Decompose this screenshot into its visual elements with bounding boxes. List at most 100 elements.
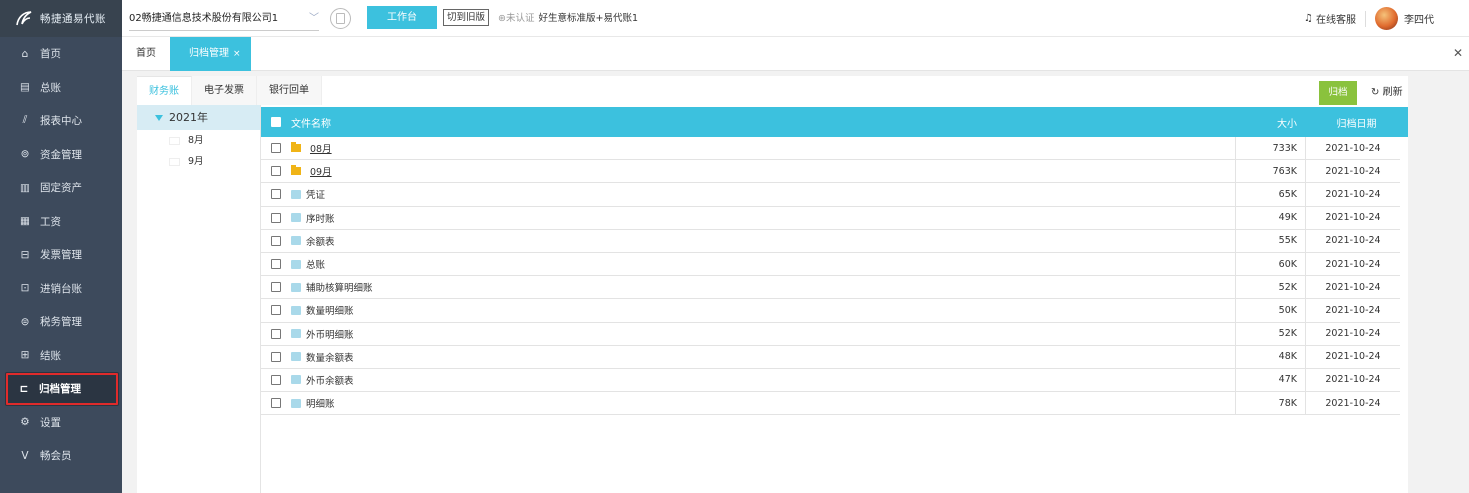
table-row[interactable]: 余额表 55K 2021-10-24	[261, 229, 1400, 253]
table-row[interactable]: 辅助核算明细账 52K 2021-10-24	[261, 276, 1400, 300]
company-select[interactable]: 02畅捷通信息技术股份有限公司1 ﹀	[129, 7, 319, 31]
avatar[interactable]	[1375, 7, 1398, 30]
file-name: 辅助核算明细账	[306, 283, 373, 295]
folder-link[interactable]: 09月	[310, 164, 332, 178]
sidebar-item[interactable]: V 畅会员	[0, 439, 122, 473]
table-row[interactable]: 数量明细账 50K 2021-10-24	[261, 299, 1400, 323]
table-row[interactable]: 明细账 78K 2021-10-24	[261, 392, 1400, 416]
table-row[interactable]: 08月 733K 2021-10-24	[261, 137, 1400, 161]
sidebar-item[interactable]: ⫽ 报表中心	[0, 104, 122, 138]
refresh-label: 刷新	[1382, 87, 1403, 98]
sidebar-item[interactable]: ▤ 总账	[0, 71, 122, 105]
file-name: 余额表	[306, 236, 335, 248]
switch-old-version-button[interactable]: 切到旧版	[443, 9, 490, 26]
table-row[interactable]: 数量余额表 48K 2021-10-24	[261, 345, 1400, 369]
date-cell: 2021-10-24	[1305, 137, 1400, 160]
checkout-icon: ⊞	[20, 349, 30, 362]
select-all-checkbox[interactable]	[271, 117, 281, 127]
sidebar-item-label: 固定资产	[40, 182, 82, 195]
folder-icon	[169, 136, 180, 145]
table-header: 文件名称 大小 归档日期	[261, 107, 1408, 137]
sidebar-item[interactable]: ▦ 工资	[0, 205, 122, 239]
sidebar-item-label: 设置	[40, 416, 61, 429]
table-row[interactable]: 外币明细账 52K 2021-10-24	[261, 322, 1400, 346]
date-cell: 2021-10-24	[1305, 252, 1400, 276]
table-row[interactable]: 外币余额表 47K 2021-10-24	[261, 368, 1400, 393]
sidebar-item[interactable]: ⊏ 归档管理	[5, 372, 119, 406]
folder-link[interactable]: 08月	[310, 141, 332, 155]
document-icon[interactable]	[330, 8, 351, 29]
invoice-icon: ⊟	[20, 248, 30, 261]
archive-icon: ⊏	[19, 382, 29, 395]
date-cell: 2021-10-24	[1305, 229, 1400, 252]
close-all-tabs-icon[interactable]: ✕	[1453, 46, 1463, 60]
row-checkbox[interactable]	[271, 259, 281, 270]
sidebar-item[interactable]: ▥ 固定资产	[0, 171, 122, 205]
row-checkbox[interactable]	[271, 351, 281, 362]
sidebar-item-label: 首页	[40, 48, 61, 61]
file-name: 明细账	[306, 399, 335, 411]
size-cell: 65K	[1235, 183, 1305, 206]
row-checkbox[interactable]	[271, 374, 281, 385]
file-name: 数量余额表	[306, 352, 354, 364]
tab-archive-label: 归档管理	[189, 48, 229, 59]
name-cell: 凭证	[261, 187, 1235, 201]
cert-status: ⊛未认证 好生意标准版+易代账1	[498, 0, 638, 37]
row-checkbox[interactable]	[271, 143, 281, 154]
sidebar-item[interactable]: ⊡ 进销台账	[0, 272, 122, 306]
archive-panel: 财务账 电子发票 银行回单 归档 ↻ 刷新 2021年 8月 9月 文件名称 大…	[137, 76, 1408, 493]
sidebar-item[interactable]: ⊞ 结账	[0, 339, 122, 373]
user-name[interactable]: 李四代	[1404, 11, 1434, 26]
date-cell: 2021-10-24	[1305, 160, 1400, 183]
row-checkbox[interactable]	[271, 189, 281, 200]
close-icon[interactable]: ×	[233, 49, 241, 59]
sidebar-item-label: 进销台账	[40, 282, 82, 295]
file-icon	[291, 305, 301, 315]
online-service-link[interactable]: 在线客服	[1316, 11, 1356, 26]
table-row[interactable]: 09月 763K 2021-10-24	[261, 160, 1400, 184]
row-checkbox[interactable]	[271, 235, 281, 246]
sidebar-item[interactable]: ⌂ 首页	[0, 37, 122, 71]
logo[interactable]: 畅捷通易代账	[0, 0, 122, 37]
archive-button[interactable]: 归档	[1319, 81, 1357, 105]
tree-year-node[interactable]: 2021年	[137, 105, 260, 130]
row-checkbox[interactable]	[271, 212, 281, 223]
size-cell: 47K	[1235, 368, 1305, 392]
sidebar-item-label: 归档管理	[39, 383, 81, 396]
sidebar: 畅捷通易代账 ⌂ 首页 ▤ 总账 ⫽ 报表中心 ⊚ 资金管理 ▥ 固定资产 ▦ 工资 ⊟ 发票管理 ⊡ 进销台…	[0, 0, 122, 493]
row-checkbox[interactable]	[271, 166, 281, 177]
subtab-e-invoice[interactable]: 电子发票	[192, 76, 257, 105]
company-name: 02畅捷通信息技术股份有限公司1	[129, 13, 279, 24]
subtab-finance[interactable]: 财务账	[137, 76, 192, 105]
tree-month-node[interactable]: 8月	[137, 130, 260, 151]
tree-month-node[interactable]: 9月	[137, 151, 260, 172]
sidebar-item-label: 报表中心	[40, 115, 82, 128]
sidebar-item[interactable]: ⊜ 税务管理	[0, 305, 122, 339]
money-bag-icon: ⊚	[20, 148, 30, 161]
file-icon	[291, 398, 301, 408]
subtab-bank-receipt[interactable]: 银行回单	[257, 76, 322, 105]
sidebar-item[interactable]: ⊚ 资金管理	[0, 138, 122, 172]
workbench-button[interactable]: 工作台	[367, 6, 437, 29]
file-table: 文件名称 大小 归档日期 08月 733K 2021-10-24 09月 763K 202…	[261, 107, 1408, 416]
tab-archive[interactable]: 归档管理 ×	[170, 37, 251, 71]
row-checkbox[interactable]	[271, 282, 281, 293]
refresh-button[interactable]: ↻ 刷新	[1371, 81, 1403, 105]
file-name: 凭证	[306, 190, 326, 202]
table-row[interactable]: 总账 60K 2021-10-24	[261, 252, 1400, 277]
sidebar-item[interactable]: ⚙ 设置	[0, 406, 122, 440]
row-checkbox[interactable]	[271, 305, 281, 316]
shield-icon: ⊛	[498, 13, 506, 24]
sidebar-item[interactable]: ⊟ 发票管理	[0, 238, 122, 272]
row-checkbox[interactable]	[271, 328, 281, 339]
row-checkbox[interactable]	[271, 398, 281, 409]
table-row[interactable]: 序时账 49K 2021-10-24	[261, 206, 1400, 230]
size-cell: 52K	[1235, 276, 1305, 299]
file-icon	[291, 213, 301, 223]
tab-home[interactable]: 首页	[136, 37, 156, 71]
table-row[interactable]: 凭证 65K 2021-10-24	[261, 183, 1400, 207]
file-icon	[291, 329, 301, 339]
name-cell: 09月	[261, 164, 1235, 178]
size-cell: 60K	[1235, 252, 1305, 276]
header-name: 文件名称	[291, 118, 331, 130]
